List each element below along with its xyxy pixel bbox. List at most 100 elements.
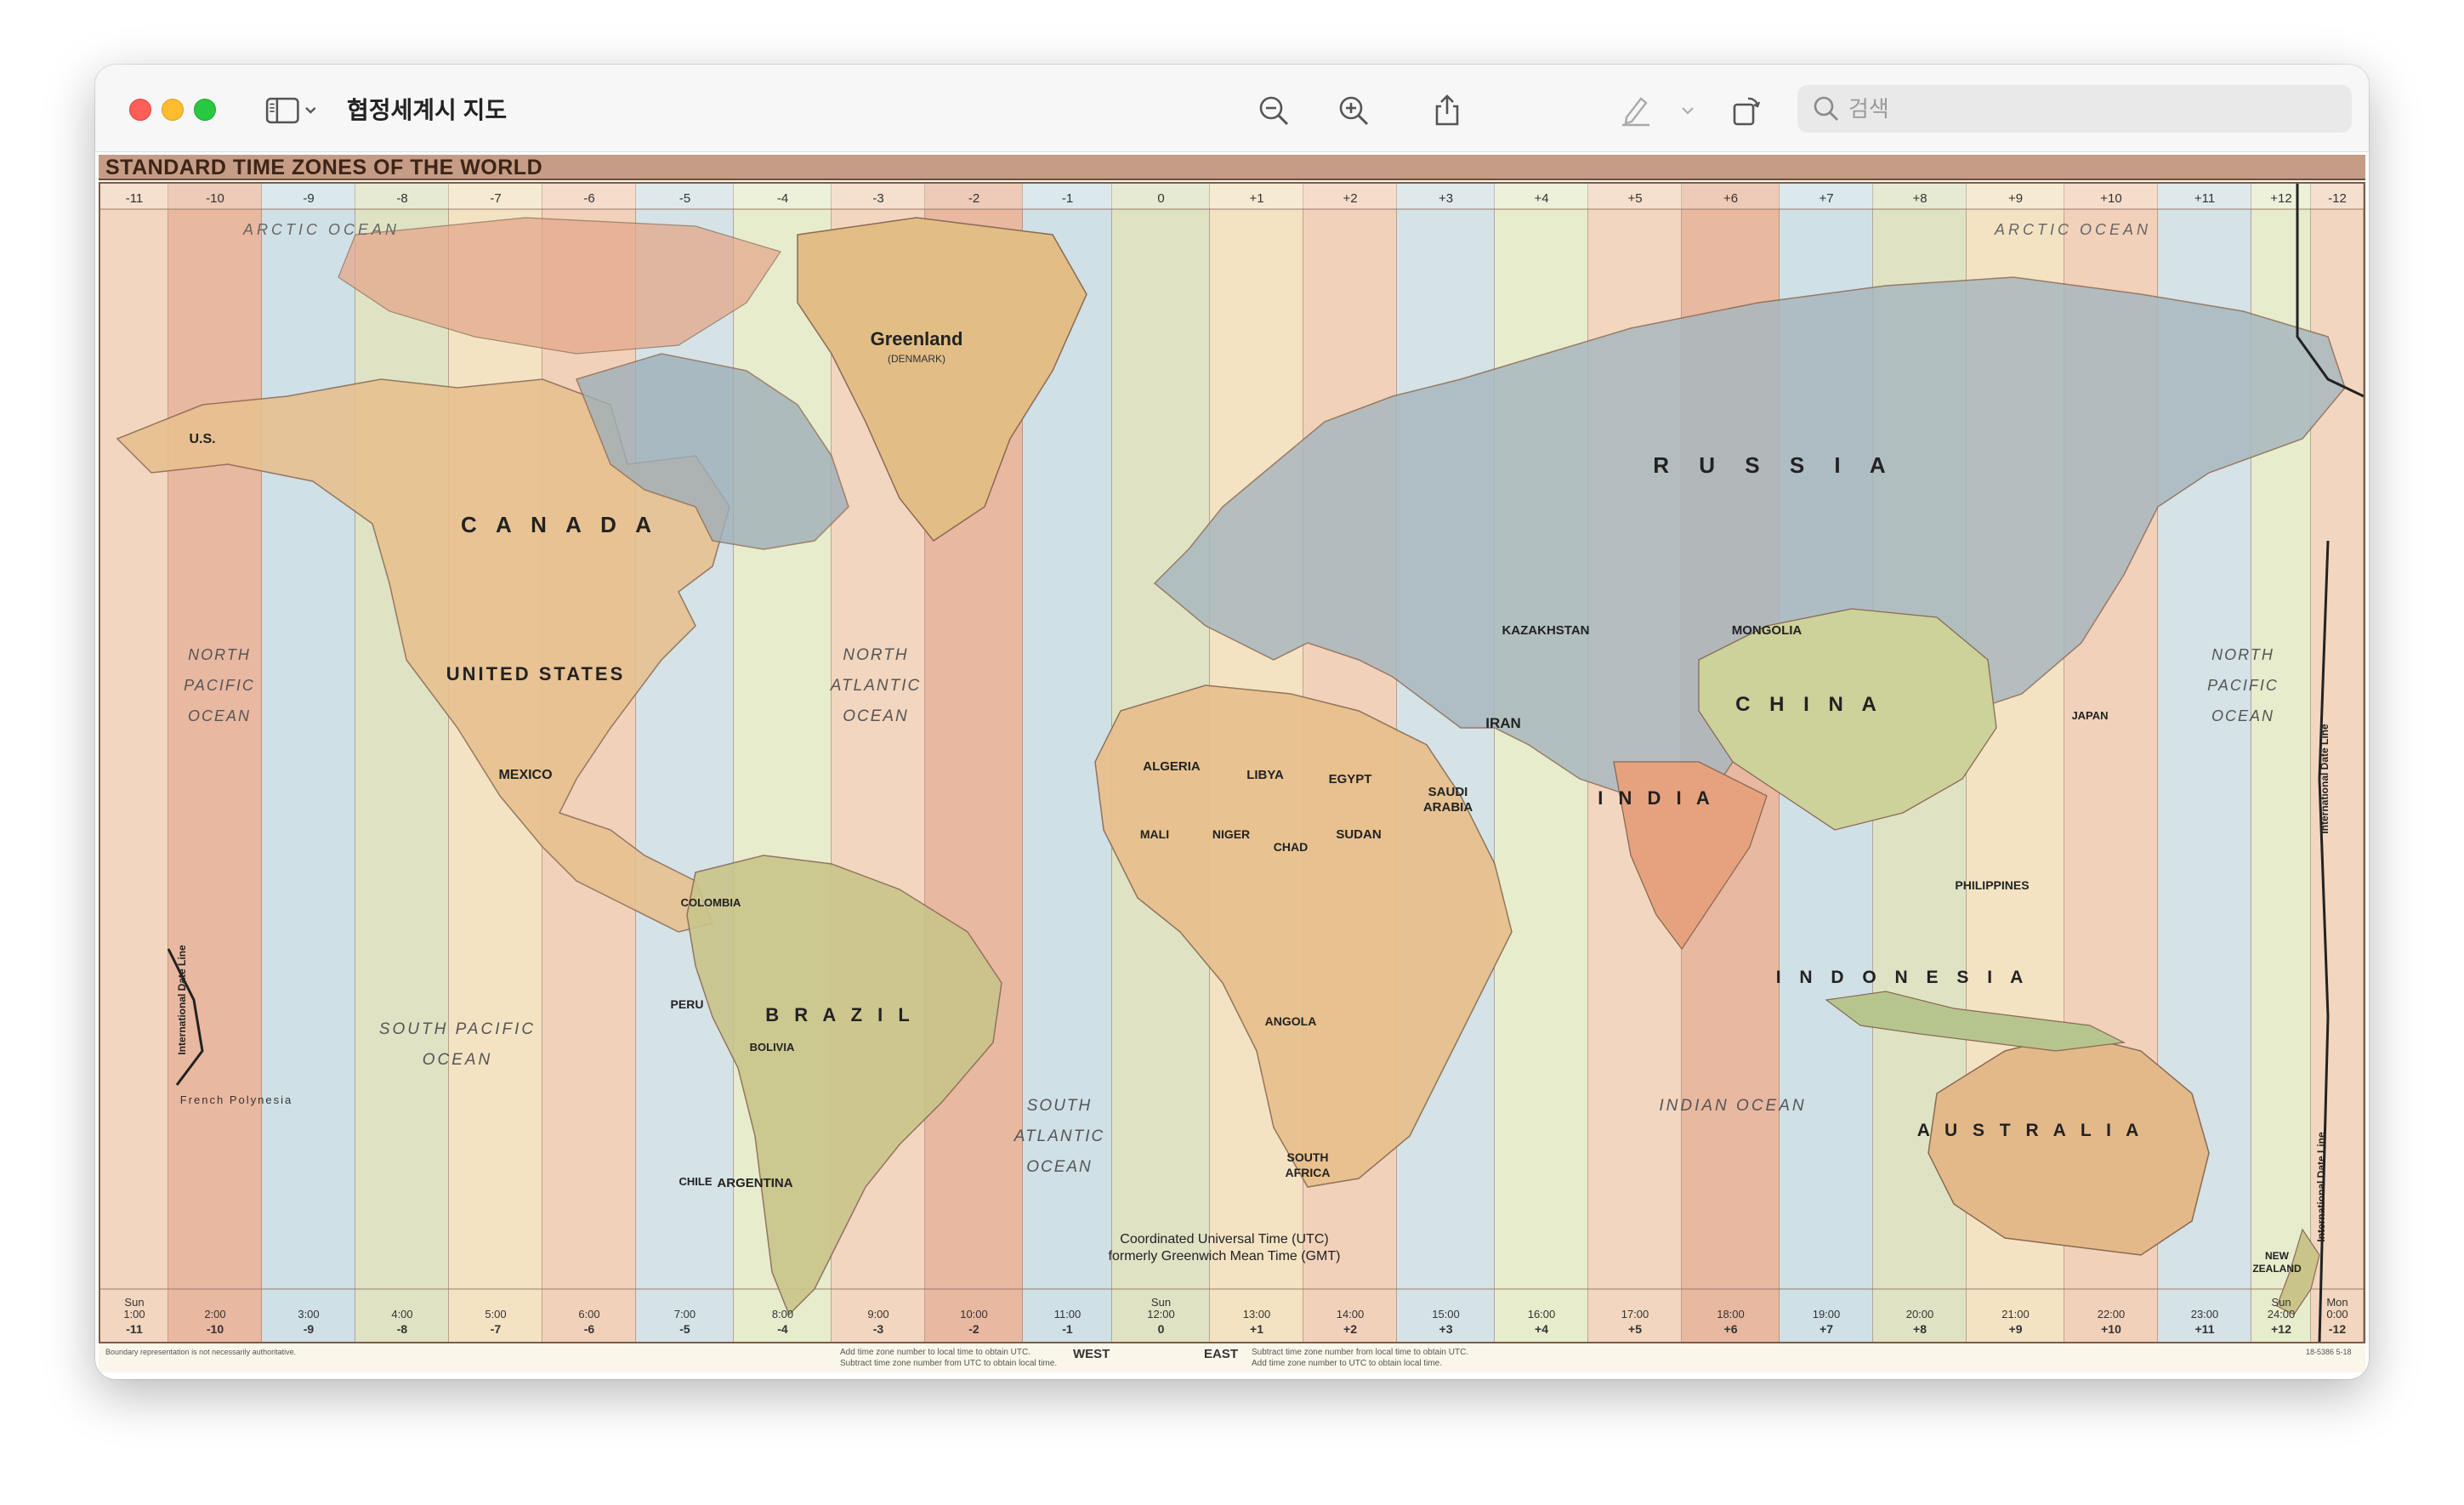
label-brazil: B R A Z I L bbox=[765, 1004, 915, 1025]
rotate-icon bbox=[1733, 97, 1761, 126]
highlight-menu-button[interactable] bbox=[1675, 90, 1700, 131]
map-title: STANDARD TIME ZONES OF THE WORLD bbox=[99, 155, 2365, 180]
time-zone-map-svg: Greenland (DENMARK) C A N A D A UNITED STAT… bbox=[100, 184, 2364, 1342]
label-south-atlantic2: ATLANTIC bbox=[1013, 1127, 1104, 1145]
label-french-polynesia: French Polynesia bbox=[180, 1093, 292, 1106]
zone-local-time: 20:00 bbox=[1906, 1308, 1934, 1320]
zone-offset-top: -2 bbox=[968, 191, 979, 206]
zone-local-time: 3:00 bbox=[298, 1308, 319, 1320]
sidebar-toggle-button[interactable] bbox=[258, 90, 326, 131]
label-arabia: ARABIA bbox=[1423, 800, 1473, 815]
search-input[interactable] bbox=[1847, 92, 2326, 128]
zoom-out-icon bbox=[1259, 96, 1289, 126]
zone-offset-bottom: -7 bbox=[491, 1322, 502, 1336]
share-button[interactable] bbox=[1427, 90, 1468, 131]
minimize-button[interactable] bbox=[162, 99, 184, 121]
label-north-pacific-e: NORTH bbox=[2211, 646, 2274, 663]
label-algeria: ALGERIA bbox=[1143, 759, 1201, 774]
zone-local-time: Sun bbox=[124, 1296, 144, 1309]
zone-offset-bottom: -9 bbox=[304, 1322, 315, 1336]
zone-offset-top: +4 bbox=[1534, 191, 1548, 206]
zone-offset-bottom: +2 bbox=[1343, 1322, 1357, 1336]
label-us-alaska: U.S. bbox=[189, 432, 215, 446]
label-international-date-line: International Date Line bbox=[2319, 724, 2331, 834]
label-utc-line1: Coordinated Universal Time (UTC) bbox=[1120, 1232, 1328, 1247]
time-zone-band bbox=[100, 184, 168, 1342]
zone-local-time: 17:00 bbox=[1621, 1308, 1649, 1320]
search-field[interactable] bbox=[1797, 85, 2352, 133]
zone-local-time: 19:00 bbox=[1813, 1308, 1841, 1320]
zone-local-time: 14:00 bbox=[1337, 1308, 1365, 1320]
zone-local-time: Mon bbox=[2326, 1296, 2348, 1309]
label-australia: A U S T R A L I A bbox=[1917, 1121, 2144, 1140]
west-note-2: Subtract time zone number from UTC to ob… bbox=[840, 1359, 1058, 1368]
zone-local-time: 6:00 bbox=[578, 1308, 599, 1320]
zone-offset-top: 0 bbox=[1157, 191, 1164, 206]
zone-local-time: 7:00 bbox=[674, 1308, 695, 1320]
label-bolivia: BOLIVIA bbox=[750, 1041, 795, 1054]
close-button[interactable] bbox=[129, 99, 151, 121]
zone-offset-top: +3 bbox=[1439, 191, 1453, 206]
sidebar-icon bbox=[265, 97, 316, 124]
zone-local-time: Sun bbox=[2271, 1296, 2291, 1309]
label-north-pacific-e2: PACIFIC bbox=[2207, 677, 2279, 694]
zoom-button[interactable] bbox=[194, 99, 216, 121]
search-icon bbox=[1814, 96, 1838, 121]
map-code: 18-5386 5-18 bbox=[2306, 1348, 2352, 1356]
zone-offset-top: -10 bbox=[206, 191, 224, 206]
zone-local-time: 13:00 bbox=[1243, 1308, 1271, 1320]
zone-local-time: 23:00 bbox=[2191, 1308, 2219, 1320]
window-title: 협정세계시 지도 bbox=[347, 97, 508, 123]
highlight-icon bbox=[1622, 97, 1649, 127]
zoom-out-button[interactable] bbox=[1253, 90, 1294, 131]
label-north-atlantic3: OCEAN bbox=[843, 707, 909, 725]
zone-offset-bottom: +6 bbox=[1724, 1322, 1738, 1336]
authoritative-note: Boundary representation is not necessari… bbox=[105, 1348, 297, 1356]
label-international-date-line: International Date Line bbox=[2315, 1132, 2327, 1242]
zone-offset-top: -7 bbox=[490, 191, 501, 206]
label-angola: ANGOLA bbox=[1265, 1014, 1317, 1028]
zone-offset-bottom: -4 bbox=[777, 1322, 788, 1336]
zone-local-time: 1:00 bbox=[123, 1308, 145, 1320]
chevron-down-icon bbox=[1682, 107, 1694, 115]
label-canada: C A N A D A bbox=[461, 512, 658, 537]
highlight-button[interactable] bbox=[1615, 90, 1656, 131]
time-zone-map[interactable]: STANDARD TIME ZONES OF THE WORLD Greenla… bbox=[99, 155, 2365, 1372]
label-niger: NIGER bbox=[1212, 827, 1250, 841]
label-greenland: Greenland bbox=[871, 328, 963, 349]
rotate-button[interactable] bbox=[1726, 90, 1767, 131]
zoom-in-button[interactable] bbox=[1333, 90, 1374, 131]
zone-offset-bottom: +8 bbox=[1913, 1322, 1927, 1336]
label-south-atlantic: SOUTH bbox=[1027, 1097, 1093, 1115]
label-kazakhstan: KAZAKHSTAN bbox=[1502, 623, 1589, 638]
zone-local-time: 11:00 bbox=[1054, 1308, 1082, 1320]
zone-offset-top: +5 bbox=[1627, 191, 1642, 206]
zone-offset-bottom: -1 bbox=[1062, 1322, 1073, 1336]
zone-offset-top: -11 bbox=[126, 191, 144, 206]
offset-header-strip bbox=[100, 184, 2364, 209]
zone-offset-bottom: +3 bbox=[1439, 1322, 1453, 1336]
zone-offset-top: -5 bbox=[679, 191, 690, 206]
zone-offset-top: -3 bbox=[872, 191, 883, 206]
zone-offset-bottom: +11 bbox=[2195, 1322, 2215, 1336]
zone-offset-bottom: -2 bbox=[968, 1322, 979, 1336]
label-chile: CHILE bbox=[679, 1175, 713, 1188]
zone-offset-bottom: -10 bbox=[207, 1322, 224, 1336]
zone-local-time: 8:00 bbox=[772, 1308, 793, 1320]
label-saudi: SAUDI bbox=[1428, 785, 1468, 799]
label-sudan: SUDAN bbox=[1336, 827, 1381, 842]
west-label: WEST bbox=[1073, 1347, 1110, 1361]
zoom-in-icon bbox=[1339, 96, 1369, 126]
label-egypt: EGYPT bbox=[1329, 772, 1372, 787]
label-iran: IRAN bbox=[1485, 715, 1521, 731]
zone-local-time: 21:00 bbox=[2001, 1308, 2030, 1320]
zone-local-time: 0:00 bbox=[2326, 1308, 2348, 1320]
label-mali: MALI bbox=[1140, 827, 1169, 841]
zone-offset-bottom: -8 bbox=[397, 1322, 408, 1336]
zone-offset-top: -12 bbox=[2328, 191, 2347, 206]
label-south-atlantic3: OCEAN bbox=[1026, 1158, 1093, 1176]
zone-local-time: 9:00 bbox=[867, 1308, 889, 1320]
zone-offset-bottom: +1 bbox=[1250, 1322, 1263, 1336]
label-russia: R U S S I A bbox=[1653, 452, 1897, 478]
zone-offset-bottom: -3 bbox=[873, 1322, 884, 1336]
